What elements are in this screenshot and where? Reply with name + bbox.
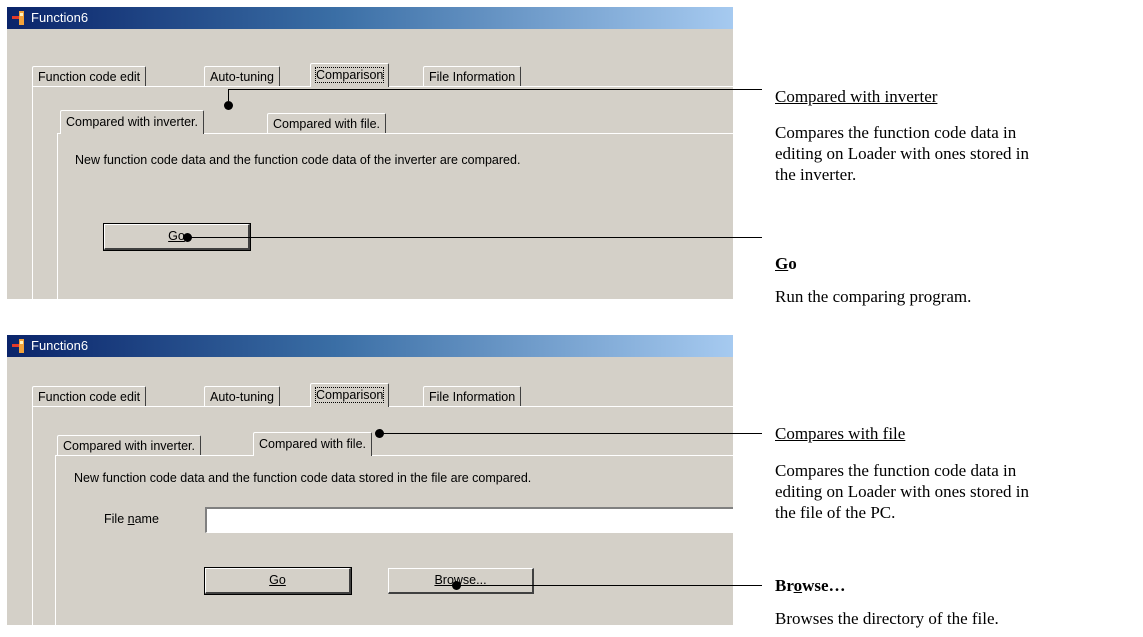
file-name-input[interactable] bbox=[205, 507, 733, 533]
tab-comparison[interactable]: Comparison bbox=[310, 63, 390, 87]
file-name-label: File name bbox=[104, 512, 159, 526]
go-button[interactable]: Go bbox=[204, 567, 352, 595]
app-icon bbox=[12, 11, 24, 25]
app-icon bbox=[12, 339, 24, 353]
subtab-compared-with-file[interactable]: Compared with file. bbox=[253, 432, 372, 456]
title-bar[interactable]: Function6 bbox=[7, 7, 733, 29]
tab-file-information[interactable]: File Information bbox=[423, 386, 522, 407]
tab-function-code-edit[interactable]: Function code edit bbox=[32, 66, 147, 87]
subtab-compared-with-inverter[interactable]: Compared with inverter. bbox=[57, 435, 202, 456]
subtab-compared-with-file[interactable]: Compared with file. bbox=[267, 113, 386, 134]
function6-window-comparison-inverter: Function6 Function code edit Auto-tuning… bbox=[7, 7, 733, 299]
window-title: Function6 bbox=[31, 10, 89, 25]
function6-window-comparison-file: Function6 Function code edit Auto-tuning… bbox=[7, 335, 733, 625]
compare-message: New function code data and the function … bbox=[75, 153, 521, 167]
annotation-desc-go: Run the comparing program. bbox=[775, 287, 972, 306]
callout-line bbox=[228, 89, 229, 101]
annotation-title-compared-with-inverter: Compared with inverter bbox=[775, 87, 938, 106]
tab-comparison[interactable]: Comparison bbox=[310, 383, 390, 407]
browse-button[interactable]: Browse... bbox=[388, 568, 534, 594]
callout-line bbox=[380, 433, 762, 434]
title-bar[interactable]: Function6 bbox=[7, 335, 733, 357]
subtab-compared-with-inverter[interactable]: Compared with inverter. bbox=[60, 110, 205, 134]
compare-message: New function code data and the function … bbox=[74, 471, 532, 485]
tab-function-code-edit[interactable]: Function code edit bbox=[32, 386, 147, 407]
window-title: Function6 bbox=[31, 338, 89, 353]
callout-line bbox=[228, 89, 762, 90]
callout-line bbox=[460, 585, 762, 586]
annotation-title-browse: Browse… bbox=[775, 576, 846, 595]
callout-dot bbox=[224, 101, 233, 110]
tab-auto-tuning[interactable]: Auto-tuning bbox=[204, 386, 280, 407]
annotation-desc-compares-with-file: Compares the function code data in editi… bbox=[775, 461, 1030, 522]
annotation-title-compares-with-file: Compares with file bbox=[775, 424, 906, 443]
annotation-title-go: Go bbox=[775, 254, 797, 273]
tab-auto-tuning[interactable]: Auto-tuning bbox=[204, 66, 280, 87]
callout-line bbox=[190, 237, 762, 238]
tab-file-information[interactable]: File Information bbox=[423, 66, 522, 87]
annotation-desc-browse: Browses the directory of the file. bbox=[775, 609, 999, 628]
annotation-desc-compared-with-inverter: Compares the function code data in editi… bbox=[775, 123, 1030, 184]
